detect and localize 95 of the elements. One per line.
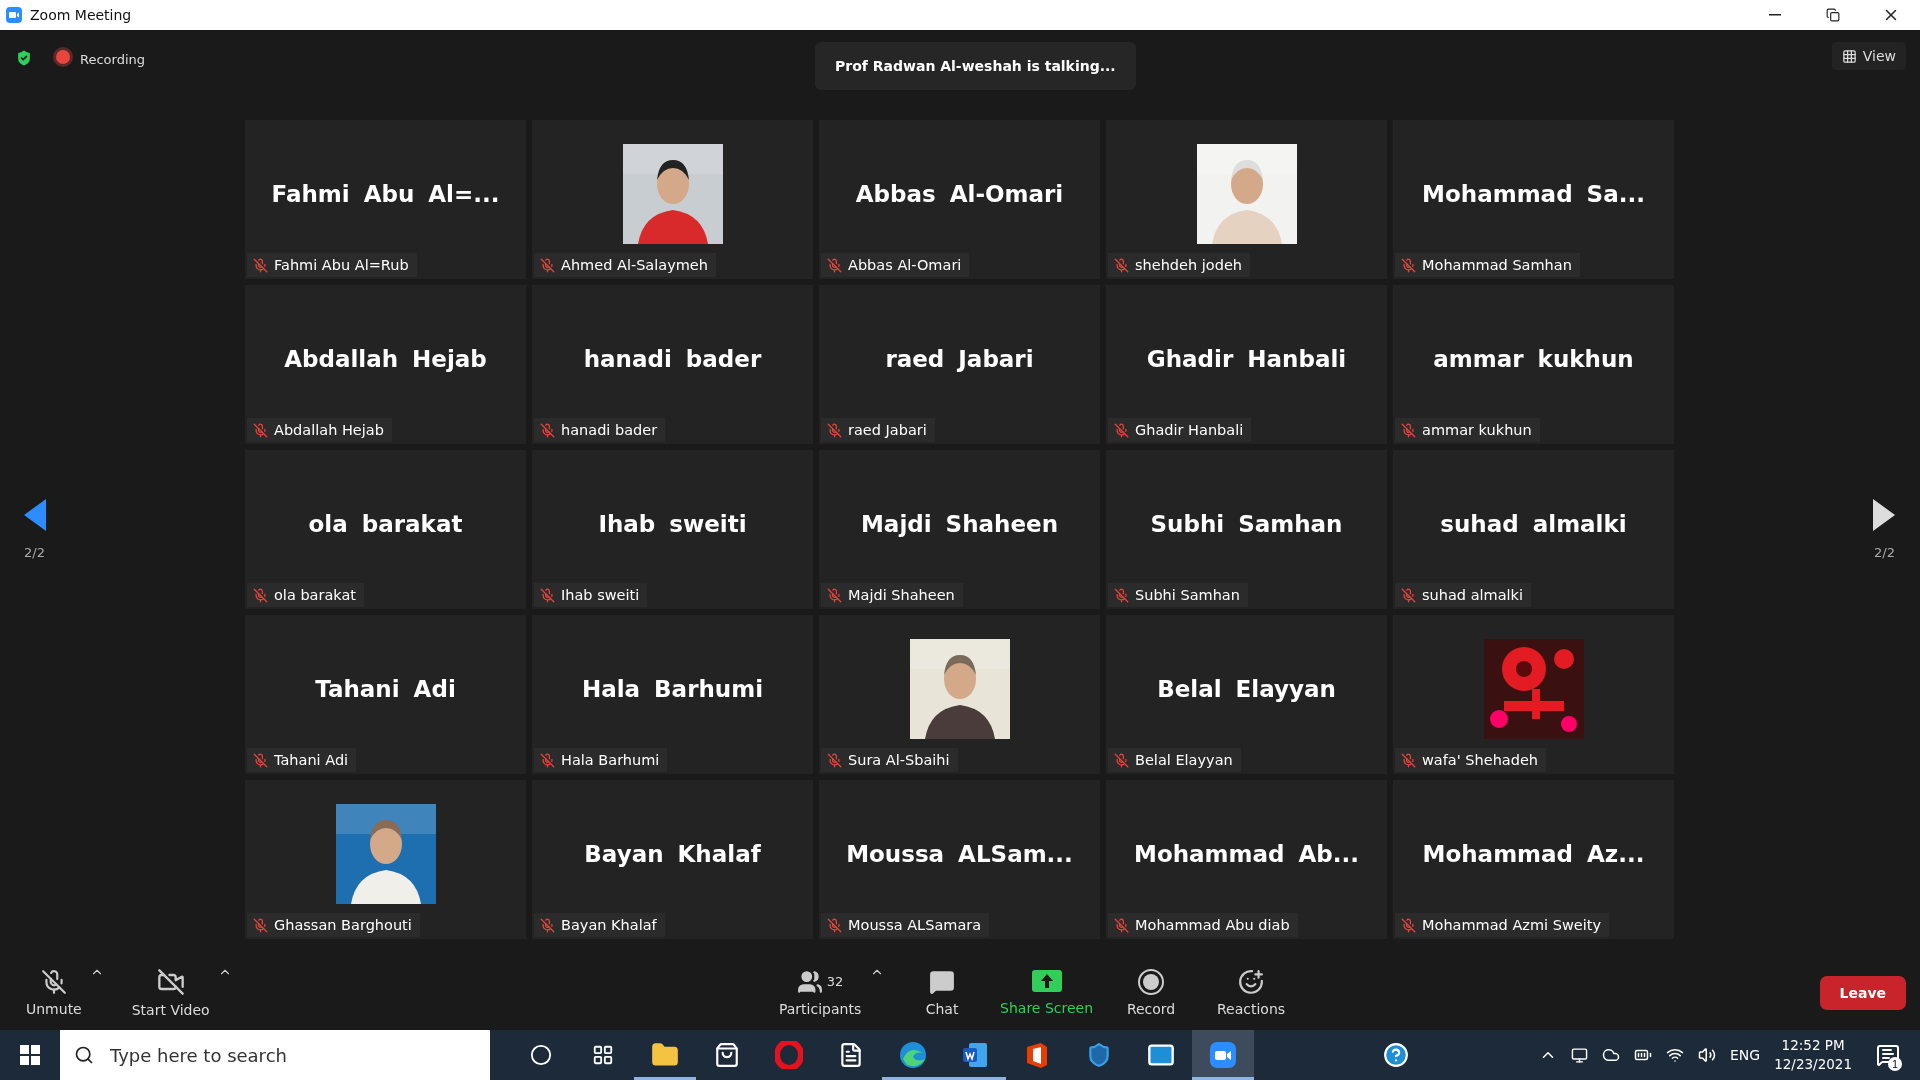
chat-button[interactable]: Chat — [892, 962, 993, 1023]
participant-name: Ahmed Al-Salaymeh — [561, 257, 708, 273]
cloud-icon[interactable] — [1602, 1046, 1620, 1064]
participant-name-display: Abdallah Hejab — [284, 345, 487, 372]
participant-name-display: Majdi Shaheen — [860, 510, 1059, 537]
participant-name-display: raed Jabari — [885, 345, 1034, 372]
participant-name-display: Moussa ALSam... — [846, 840, 1073, 867]
camera-icon — [1209, 1040, 1237, 1069]
participant-name-display: Bayan Khalaf — [584, 840, 761, 867]
search-field[interactable]: Type here to search — [108, 1043, 468, 1067]
participant-name: Ghadir Hanbali — [1135, 422, 1244, 438]
participant-name-display: Ihab sweiti — [598, 510, 747, 537]
file-icon — [838, 1041, 864, 1068]
participant-name-display: Abbas Al-Omari — [855, 180, 1064, 207]
reactions-button[interactable]: Reactions — [1201, 962, 1302, 1023]
participant-name: raed Jabari — [848, 422, 927, 438]
participant-name: Mohammad Samhan — [1422, 257, 1572, 273]
participant-name-display: suhad almalki — [1440, 510, 1627, 537]
search-icon — [74, 1045, 94, 1065]
participant-name-display: Mohammad Sa... — [1422, 180, 1645, 207]
participant-name: hanadi bader — [561, 422, 658, 438]
folder-icon — [651, 1040, 679, 1069]
camera-icon — [6, 7, 22, 23]
task-view-icon — [592, 1043, 614, 1066]
page-counter: 2/2 — [24, 545, 45, 560]
participant-name: Fahmi Abu Al=Rub — [274, 257, 409, 273]
share-screen-icon — [1031, 969, 1062, 994]
store-icon — [714, 1041, 740, 1068]
help-icon[interactable] — [1383, 1042, 1409, 1068]
participant-name: Ihab sweiti — [561, 587, 640, 603]
monitor-icon[interactable] — [1571, 1046, 1588, 1064]
participant-name: Abbas Al-Omari — [848, 257, 962, 273]
recording-label: Recording — [56, 49, 146, 67]
page-counter: 2/2 — [1874, 545, 1895, 560]
participant-name-display: Mohammad Az... — [1422, 840, 1645, 867]
participant-name: Moussa ALSamara — [848, 917, 982, 933]
participant-name-display: Ghadir Hanbali — [1146, 345, 1347, 372]
participant-name-display: ammar kukhun — [1433, 345, 1634, 372]
speaker-icon[interactable] — [1698, 1046, 1716, 1064]
restore-icon — [1826, 8, 1840, 22]
participant-name-display: hanadi bader — [583, 345, 762, 372]
unmute-button[interactable]: Unmute — [18, 962, 90, 1023]
speaker-banner: Prof Radwan Al-weshah is talking... — [815, 42, 1136, 90]
chat-icon — [929, 968, 956, 995]
participant-name: Subhi Samhan — [1135, 587, 1240, 603]
search-bar[interactable]: Type here to search — [60, 1030, 490, 1080]
participant-name-display: Belal Elayyan — [1157, 675, 1336, 702]
record-button[interactable]: Record — [1101, 962, 1202, 1023]
cortana-icon — [530, 1043, 552, 1066]
participant-name: wafa' Shehadeh — [1422, 752, 1539, 768]
participant-name: suhad almalki — [1422, 587, 1523, 603]
participant-name-display: Mohammad Ab... — [1134, 840, 1359, 867]
next-page-arrow[interactable] — [1873, 499, 1895, 531]
clock-time[interactable]: 12:52 PM — [1781, 1036, 1845, 1055]
participants-button[interactable]: 32 Participants — [770, 962, 871, 1023]
language-indicator[interactable]: ENG — [1730, 1047, 1761, 1063]
previous-page-arrow[interactable] — [24, 499, 46, 531]
ring-icon — [775, 1040, 803, 1069]
shield-icon — [1086, 1041, 1112, 1068]
participant-name: Hala Barhumi — [561, 752, 660, 768]
participant-name: Bayan Khalaf — [561, 917, 657, 933]
participant-name-display: Fahmi Abu Al=... — [271, 180, 500, 207]
windows-icon — [20, 1045, 40, 1065]
participant-name: Majdi Shaheen — [848, 587, 955, 603]
clock-date[interactable]: 12/23/2021 — [1774, 1055, 1852, 1074]
share-button[interactable]: Share Screen — [992, 963, 1102, 1022]
record-icon — [1138, 968, 1165, 995]
participant-name: shehdeh jodeh — [1135, 257, 1242, 273]
participant-name: Belal Elayyan — [1135, 752, 1233, 768]
participant-name: Ghassan Barghouti — [274, 917, 412, 933]
smiley-icon — [1238, 968, 1265, 995]
taskbar-app[interactable] — [1192, 1030, 1254, 1080]
people-icon — [796, 968, 823, 995]
participant-name: Mohammad Abu diab — [1135, 917, 1290, 933]
participant-name: Sura Al-Sbaihi — [848, 752, 950, 768]
participant-name: ola barakat — [274, 587, 357, 603]
participant-name-display: ola barakat — [308, 510, 463, 537]
participant-name-display: Tahani Adi — [315, 675, 456, 702]
participant-name: Mohammad Azmi Sweity — [1422, 917, 1601, 933]
participant-name-display: Subhi Samhan — [1150, 510, 1343, 537]
minimize-icon — [1769, 14, 1781, 16]
grid-icon — [1841, 48, 1857, 64]
participant-name-display: Hala Barhumi — [581, 675, 764, 702]
participant-name: ammar kukhun — [1422, 422, 1532, 438]
window-title: Zoom Meeting — [30, 7, 133, 23]
wave-icon — [899, 1040, 927, 1069]
start-video-button[interactable]: Start Video — [123, 961, 218, 1024]
participant-name: Tahani Adi — [274, 752, 349, 768]
wifi-icon[interactable] — [1666, 1046, 1684, 1064]
notification-icon — [1876, 1043, 1900, 1067]
view-button[interactable]: View — [1831, 42, 1906, 70]
notifications-button[interactable]: 1 — [1866, 1033, 1910, 1077]
leave-button[interactable]: Leave — [1819, 975, 1906, 1010]
document-icon — [961, 1040, 989, 1069]
participant-name: Abdallah Hejab — [274, 422, 384, 438]
